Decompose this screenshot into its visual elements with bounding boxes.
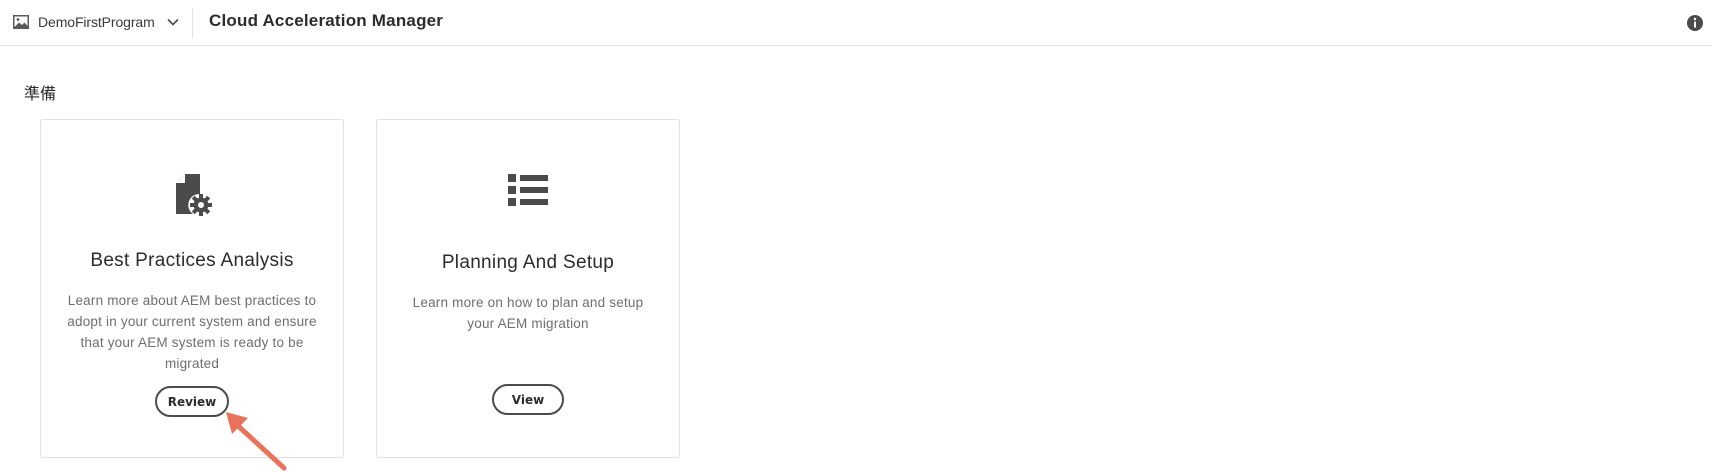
section-heading: 準備 [24, 84, 57, 103]
planning-setup-card: Planning And Setup Learn more on how to … [376, 119, 680, 458]
program-name: DemoFirstProgram [38, 14, 155, 30]
header-divider [192, 8, 193, 38]
card-title: Planning And Setup [441, 252, 615, 273]
view-button[interactable]: View [492, 384, 564, 415]
card-title: Best Practices Analysis [90, 250, 294, 271]
list-icon [508, 174, 548, 206]
document-gear-icon [176, 174, 212, 216]
best-practices-card: Best Practices Analysis Learn more about… [40, 119, 344, 458]
program-switcher[interactable]: DemoFirstProgram [0, 0, 192, 46]
info-icon[interactable] [1686, 14, 1704, 32]
annotation-arrow [226, 412, 287, 471]
card-description: Learn more about AEM best practices to a… [67, 293, 317, 371]
app-title: Cloud Acceleration Manager [209, 11, 444, 30]
image-icon [13, 15, 29, 29]
top-bar: DemoFirstProgram Cloud Acceleration Mana… [0, 0, 1712, 46]
card-description: Learn more on how to plan and setup your… [412, 295, 644, 331]
chevron-down-icon[interactable] [166, 15, 180, 29]
review-button[interactable]: Review [155, 386, 229, 417]
